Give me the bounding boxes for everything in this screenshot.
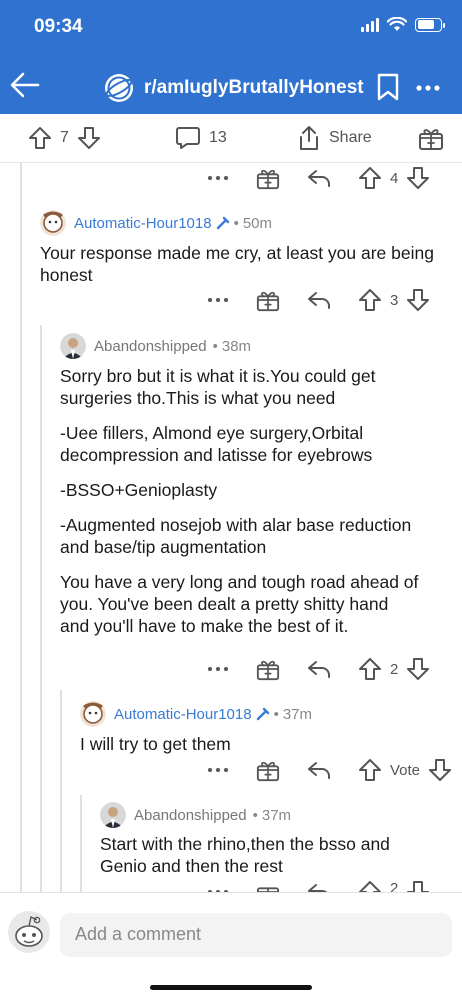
more-icon[interactable] <box>206 166 230 190</box>
comment-actions: 4 <box>206 166 430 190</box>
upvote-icon[interactable] <box>358 657 382 681</box>
bookmark-icon[interactable] <box>376 72 400 102</box>
post-divider <box>0 162 462 163</box>
share-label: Share <box>329 129 372 146</box>
comment-actions: 2 <box>206 657 430 681</box>
comment-actions: 2 <box>206 880 430 892</box>
comment-time: 50m <box>242 214 273 232</box>
op-badge-icon <box>256 707 269 721</box>
more-icon[interactable] <box>206 758 230 782</box>
downvote-icon[interactable] <box>406 880 430 892</box>
home-indicator[interactable] <box>150 985 312 990</box>
comment-header: Abandonshipped • 37m <box>100 802 291 828</box>
user-avatar[interactable] <box>8 911 50 953</box>
reply-icon[interactable] <box>306 758 332 782</box>
subreddit-icon <box>105 74 133 102</box>
more-icon[interactable] <box>206 288 230 312</box>
comment-actions: Vote <box>206 758 452 782</box>
comment-text: Start with the rhino,then the bsso and G… <box>100 834 390 876</box>
comment-time: 37m <box>282 705 313 723</box>
battery-icon <box>415 17 445 32</box>
award-icon[interactable] <box>256 880 280 892</box>
upvote-icon[interactable] <box>358 758 382 782</box>
comment-text: Sorry bro but it is what it is.You could… <box>60 366 376 408</box>
add-comment-input[interactable]: Add a comment <box>60 913 452 957</box>
post-vote-group: 7 <box>28 126 101 150</box>
subreddit-name: r/amIuglyBrutallyHonest <box>144 77 364 98</box>
avatar[interactable] <box>40 210 66 236</box>
upvote-icon[interactable] <box>358 880 382 892</box>
award-icon[interactable] <box>256 657 280 681</box>
comment-author[interactable]: Abandonshipped <box>134 807 247 824</box>
reply-icon[interactable] <box>306 657 332 681</box>
comment-author[interactable]: Abandonshipped <box>94 338 207 355</box>
post-comments-button[interactable]: 13 <box>175 126 227 150</box>
subreddit-title[interactable]: r/amIuglyBrutallyHonest <box>104 73 364 103</box>
comment-text: -Augmented nosejob with alar base reduct… <box>60 515 412 557</box>
comment-score: 2 <box>390 880 399 892</box>
comment-icon <box>176 127 200 149</box>
comment-header: Automatic-Hour1018 • 37m <box>80 701 312 727</box>
reply-icon[interactable] <box>306 166 332 190</box>
more-icon[interactable] <box>206 657 230 681</box>
comment-actions: 3 <box>206 288 430 312</box>
thread-line <box>60 690 62 900</box>
comment-text: -Uee fillers, Almond eye surgery,Orbital… <box>60 423 373 465</box>
comment-text: Your response made me cry, at least you … <box>40 243 434 285</box>
award-icon[interactable] <box>418 125 444 151</box>
comment-count: 13 <box>209 129 227 146</box>
comment-text: You have a very long and tough road ahea… <box>60 572 419 636</box>
status-time: 09:34 <box>34 16 83 37</box>
share-icon <box>300 126 318 150</box>
upvote-icon[interactable] <box>28 126 52 150</box>
comment-score: 4 <box>390 169 399 187</box>
app-header: 09:34 r/amIuglyBrutallyHonest <box>0 0 462 114</box>
downvote-icon[interactable] <box>428 758 452 782</box>
comment-author[interactable]: Automatic-Hour1018 <box>74 215 212 232</box>
avatar[interactable] <box>80 701 106 727</box>
upvote-icon[interactable] <box>358 288 382 312</box>
comment-body: Sorry bro but it is what it is.You could… <box>60 365 420 650</box>
comment-time: 38m <box>221 337 252 355</box>
thread-line <box>20 163 22 900</box>
more-icon[interactable] <box>206 880 230 892</box>
post-share-button[interactable]: Share <box>297 125 372 151</box>
upvote-icon[interactable] <box>358 166 382 190</box>
back-arrow-icon[interactable] <box>8 68 42 102</box>
comment-header: Abandonshipped • 38m <box>60 333 251 359</box>
comment-score: 2 <box>390 660 399 678</box>
more-options-icon[interactable] <box>414 74 442 102</box>
reply-icon[interactable] <box>306 288 332 312</box>
vote-label: Vote <box>390 761 421 779</box>
comment-score: 3 <box>390 291 399 309</box>
comment-text: I will try to get them <box>80 734 231 754</box>
post-actions-bar: 7 13 Share <box>0 114 462 162</box>
comment-author[interactable]: Automatic-Hour1018 <box>114 706 252 723</box>
status-icons <box>361 17 445 32</box>
comment-composer-bar: Add a comment <box>0 892 462 1000</box>
comment-time: 37m <box>261 806 292 824</box>
signal-icon <box>361 17 379 32</box>
op-badge-icon <box>216 216 229 230</box>
comment-text: -BSSO+Genioplasty <box>60 480 218 500</box>
downvote-icon[interactable] <box>77 126 101 150</box>
award-icon[interactable] <box>256 758 280 782</box>
avatar[interactable] <box>60 333 86 359</box>
reply-icon[interactable] <box>306 880 332 892</box>
award-icon[interactable] <box>256 166 280 190</box>
post-score: 7 <box>60 129 69 146</box>
wifi-icon <box>387 17 407 31</box>
downvote-icon[interactable] <box>406 288 430 312</box>
thread-line <box>80 795 82 900</box>
downvote-icon[interactable] <box>406 657 430 681</box>
avatar[interactable] <box>100 802 126 828</box>
thread-line <box>40 325 42 900</box>
downvote-icon[interactable] <box>406 166 430 190</box>
comment-header: Automatic-Hour1018 • 50m <box>40 210 272 236</box>
award-icon[interactable] <box>256 288 280 312</box>
